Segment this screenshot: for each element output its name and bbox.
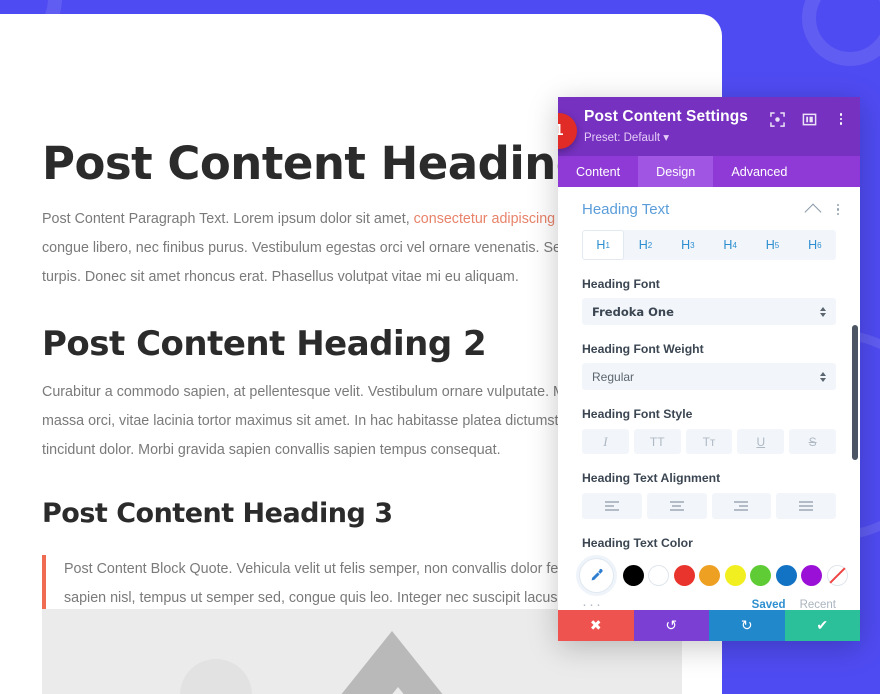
color-more-options-icon[interactable]: ··· (582, 596, 752, 610)
decorative-ring-top-right (802, 0, 880, 66)
modal-tabs: Content Design Advanced (558, 156, 860, 187)
font-style-capitalize-button[interactable]: Tт (685, 429, 733, 454)
caret-down-icon: ▾ (663, 132, 670, 144)
h2-subscript: 2 (647, 240, 653, 250)
heading-font-label: Heading Font (582, 277, 660, 291)
swatch-black[interactable] (622, 565, 644, 586)
recent-colors-link[interactable]: Recent (800, 599, 836, 611)
heading-font-style-buttons: I TT Tт U S (582, 429, 836, 454)
font-style-italic-button[interactable]: I (582, 429, 629, 454)
modal-preset-dropdown[interactable]: Preset: Default ▾ (584, 130, 846, 144)
h1-subscript: 1 (605, 240, 610, 250)
font-style-strikethrough-button[interactable]: S (789, 429, 836, 454)
modal-header: 1 Post Content Settings Preset: Default … (558, 97, 860, 156)
heading-level-h6[interactable]: H6 (794, 230, 836, 260)
cancel-button[interactable]: ✖ (558, 610, 634, 641)
heading-text-color-label: Heading Text Color (582, 536, 693, 550)
color-palette-footer: ··· Saved Recent (582, 596, 836, 610)
saved-colors-link[interactable]: Saved (752, 599, 786, 611)
chevron-up-icon[interactable] (804, 203, 822, 220)
tab-design[interactable]: Design (638, 156, 714, 187)
swatch-orange[interactable] (699, 565, 720, 586)
eyedropper-icon[interactable] (580, 559, 613, 592)
heading-text-alignment-label: Heading Text Alignment (582, 471, 721, 485)
heading-level-toggle-group: H1 H2 H3 H4 H5 H6 (582, 230, 836, 260)
modal-preset-label: Preset: Default (584, 132, 661, 144)
section-more-vertical-icon[interactable] (832, 203, 844, 217)
heading-font-weight-value: Regular (592, 369, 635, 384)
h4-subscript: 4 (732, 240, 737, 250)
select-spinner-icon (820, 371, 826, 382)
heading-font-weight-select[interactable]: Regular (582, 363, 836, 390)
h3-subscript: 3 (690, 240, 695, 250)
font-style-uppercase-button[interactable]: TT (633, 429, 681, 454)
layout-columns-icon[interactable] (802, 112, 817, 127)
align-right-icon[interactable] (711, 493, 772, 519)
heading-level-h5[interactable]: H5 (751, 230, 793, 260)
redo-button[interactable]: ↻ (709, 610, 785, 641)
placeholder-sun-icon (180, 659, 252, 694)
swatch-green[interactable] (750, 565, 771, 586)
save-button[interactable]: ✔ (784, 610, 860, 641)
heading-level-h2[interactable]: H2 (624, 230, 666, 260)
heading-level-h4[interactable]: H4 (709, 230, 751, 260)
section-title: Heading Text (582, 201, 670, 218)
font-style-underline-button[interactable]: U (737, 429, 785, 454)
heading-text-color-swatches (580, 559, 848, 592)
paragraph-1-link[interactable]: consectetur adipiscing elit (414, 211, 578, 227)
heading-text-alignment-buttons (582, 493, 836, 519)
focus-icon[interactable] (770, 111, 785, 127)
undo-button[interactable]: ↺ (633, 610, 709, 641)
tab-advanced[interactable]: Advanced (713, 156, 805, 187)
swatch-transparent[interactable] (826, 565, 848, 586)
heading-font-weight-label: Heading Font Weight (582, 342, 704, 356)
swatch-blue[interactable] (775, 565, 797, 586)
h5-subscript: 5 (774, 240, 780, 250)
modal-action-bar: ✖ ↺ ↻ ✔ (558, 610, 860, 641)
swatch-yellow[interactable] (724, 565, 746, 586)
more-vertical-icon[interactable] (834, 111, 848, 127)
modal-settings-body: Heading Text H1 H2 H3 H4 H5 H6 Heading F… (558, 187, 860, 610)
modal-header-icons (770, 111, 848, 127)
h6-subscript: 6 (817, 240, 822, 250)
post-content-settings-modal: 1 Post Content Settings Preset: Default … (558, 97, 860, 641)
swatch-red[interactable] (673, 565, 695, 586)
placeholder-mountain-icon (272, 631, 512, 694)
heading-level-h3[interactable]: H3 (667, 230, 709, 260)
modal-scrollbar-thumb[interactable] (852, 325, 858, 460)
heading-level-h1[interactable]: H1 (582, 230, 625, 260)
align-justify-icon[interactable] (776, 493, 836, 519)
heading-font-value: Fredoka One (592, 304, 674, 319)
select-spinner-icon (820, 306, 826, 317)
heading-font-select[interactable]: Fredoka One (582, 298, 836, 325)
paragraph-1-text-before: Post Content Paragraph Text. Lorem ipsum… (42, 210, 414, 227)
swatch-white[interactable] (648, 565, 669, 586)
heading-text-section-header: Heading Text (558, 187, 860, 220)
align-left-icon[interactable] (582, 493, 642, 519)
swatch-purple[interactable] (801, 565, 822, 586)
heading-font-style-label: Heading Font Style (582, 407, 693, 421)
placeholder-mountain-notch (332, 687, 464, 694)
align-center-icon[interactable] (646, 493, 707, 519)
step-badge: 1 (558, 113, 577, 149)
tab-content[interactable]: Content (558, 156, 638, 187)
